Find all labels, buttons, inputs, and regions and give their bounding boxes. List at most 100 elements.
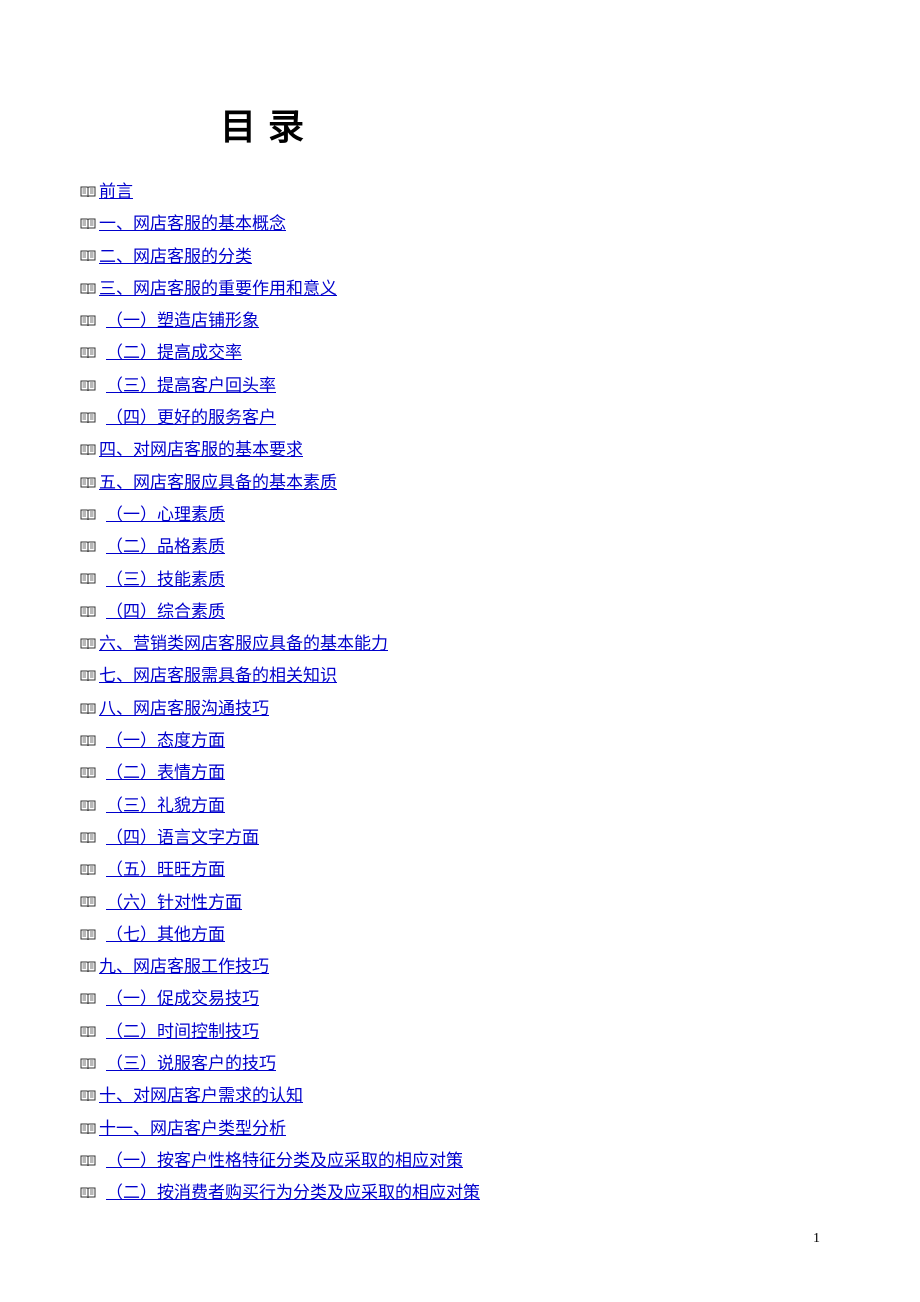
toc-item: 四、对网店客服的基本要求	[80, 438, 840, 462]
toc-item: （四）语言文字方面	[80, 826, 840, 850]
toc-item: （三）说服客户的技巧	[80, 1052, 840, 1076]
toc-link[interactable]: （一）态度方面	[106, 729, 225, 753]
book-icon	[80, 347, 96, 359]
toc-link[interactable]: 二、网店客服的分类	[99, 245, 252, 269]
book-icon	[80, 1187, 96, 1199]
toc-link[interactable]: 前言	[99, 180, 133, 204]
toc-link[interactable]: （一）心理素质	[106, 503, 225, 527]
book-icon	[80, 541, 96, 553]
book-icon	[80, 703, 96, 715]
toc-item: 六、营销类网店客服应具备的基本能力	[80, 632, 840, 656]
toc-link[interactable]: 七、网店客服需具备的相关知识	[99, 664, 337, 688]
toc-link[interactable]: 五、网店客服应具备的基本素质	[99, 471, 337, 495]
toc-link[interactable]: （一）塑造店铺形象	[106, 309, 259, 333]
book-icon	[80, 929, 96, 941]
toc-link[interactable]: 六、营销类网店客服应具备的基本能力	[99, 632, 388, 656]
toc-item: （三）技能素质	[80, 568, 840, 592]
book-icon	[80, 864, 96, 876]
page-number: 1	[813, 1231, 820, 1247]
toc-link[interactable]: （二）按消费者购买行为分类及应采取的相应对策	[106, 1181, 480, 1205]
toc-item: 三、网店客服的重要作用和意义	[80, 277, 840, 301]
toc-link[interactable]: （六）针对性方面	[106, 891, 242, 915]
toc-link[interactable]: 九、网店客服工作技巧	[99, 955, 269, 979]
toc-link[interactable]: （四）语言文字方面	[106, 826, 259, 850]
toc-item: 十一、网店客户类型分析	[80, 1117, 840, 1141]
book-icon	[80, 1026, 96, 1038]
toc-link[interactable]: （三）提高客户回头率	[106, 374, 276, 398]
toc-link[interactable]: （一）按客户性格特征分类及应采取的相应对策	[106, 1149, 463, 1173]
toc-link[interactable]: （五）旺旺方面	[106, 858, 225, 882]
toc-link[interactable]: （二）时间控制技巧	[106, 1020, 259, 1044]
book-icon	[80, 250, 96, 262]
book-icon	[80, 315, 96, 327]
toc-item: 八、网店客服沟通技巧	[80, 697, 840, 721]
toc-link[interactable]: 八、网店客服沟通技巧	[99, 697, 269, 721]
toc-item: （四）综合素质	[80, 600, 840, 624]
toc-item: （五）旺旺方面	[80, 858, 840, 882]
toc-item: （二）按消费者购买行为分类及应采取的相应对策	[80, 1181, 840, 1205]
book-icon	[80, 1123, 96, 1135]
toc-link[interactable]: （一）促成交易技巧	[106, 987, 259, 1011]
toc-link[interactable]: （七）其他方面	[106, 923, 225, 947]
toc-item: （四）更好的服务客户	[80, 406, 840, 430]
book-icon	[80, 283, 96, 295]
toc-link[interactable]: 十一、网店客户类型分析	[99, 1117, 286, 1141]
toc-item: （一）按客户性格特征分类及应采取的相应对策	[80, 1149, 840, 1173]
book-icon	[80, 800, 96, 812]
toc-item: （一）塑造店铺形象	[80, 309, 840, 333]
toc-link[interactable]: （四）综合素质	[106, 600, 225, 624]
toc-link[interactable]: （二）提高成交率	[106, 341, 242, 365]
book-icon	[80, 573, 96, 585]
toc-item: （六）针对性方面	[80, 891, 840, 915]
book-icon	[80, 1090, 96, 1102]
page-title: 目录	[220, 98, 840, 150]
toc-item: 七、网店客服需具备的相关知识	[80, 664, 840, 688]
toc-item: （二）表情方面	[80, 761, 840, 785]
book-icon	[80, 832, 96, 844]
book-icon	[80, 638, 96, 650]
toc-item: （一）促成交易技巧	[80, 987, 840, 1011]
toc-link[interactable]: （二）表情方面	[106, 761, 225, 785]
book-icon	[80, 218, 96, 230]
toc-link[interactable]: 四、对网店客服的基本要求	[99, 438, 303, 462]
toc-item: （一）心理素质	[80, 503, 840, 527]
toc-item: （二）品格素质	[80, 535, 840, 559]
book-icon	[80, 1155, 96, 1167]
table-of-contents: 前言一、网店客服的基本概念二、网店客服的分类三、网店客服的重要作用和意义 （一）塑…	[80, 180, 840, 1205]
book-icon	[80, 477, 96, 489]
toc-item: 前言	[80, 180, 840, 204]
book-icon	[80, 896, 96, 908]
toc-item: 十、对网店客户需求的认知	[80, 1084, 840, 1108]
toc-item: 五、网店客服应具备的基本素质	[80, 471, 840, 495]
toc-item: 一、网店客服的基本概念	[80, 212, 840, 236]
book-icon	[80, 606, 96, 618]
book-icon	[80, 186, 96, 198]
toc-item: （三）提高客户回头率	[80, 374, 840, 398]
toc-item: （一）态度方面	[80, 729, 840, 753]
book-icon	[80, 767, 96, 779]
toc-item: （二）时间控制技巧	[80, 1020, 840, 1044]
toc-link[interactable]: （二）品格素质	[106, 535, 225, 559]
toc-item: （三）礼貌方面	[80, 794, 840, 818]
book-icon	[80, 993, 96, 1005]
book-icon	[80, 509, 96, 521]
toc-link[interactable]: （三）技能素质	[106, 568, 225, 592]
toc-link[interactable]: 三、网店客服的重要作用和意义	[99, 277, 337, 301]
document-page: 目录 前言一、网店客服的基本概念二、网店客服的分类三、网店客服的重要作用和意义 （…	[0, 0, 920, 1254]
toc-link[interactable]: （三）说服客户的技巧	[106, 1052, 276, 1076]
book-icon	[80, 444, 96, 456]
book-icon	[80, 1058, 96, 1070]
book-icon	[80, 735, 96, 747]
toc-link[interactable]: （四）更好的服务客户	[106, 406, 276, 430]
book-icon	[80, 670, 96, 682]
toc-link[interactable]: 十、对网店客户需求的认知	[99, 1084, 303, 1108]
toc-item: 九、网店客服工作技巧	[80, 955, 840, 979]
toc-link[interactable]: （三）礼貌方面	[106, 794, 225, 818]
book-icon	[80, 412, 96, 424]
toc-item: 二、网店客服的分类	[80, 245, 840, 269]
toc-link[interactable]: 一、网店客服的基本概念	[99, 212, 286, 236]
toc-item: （七）其他方面	[80, 923, 840, 947]
book-icon	[80, 961, 96, 973]
book-icon	[80, 380, 96, 392]
toc-item: （二）提高成交率	[80, 341, 840, 365]
